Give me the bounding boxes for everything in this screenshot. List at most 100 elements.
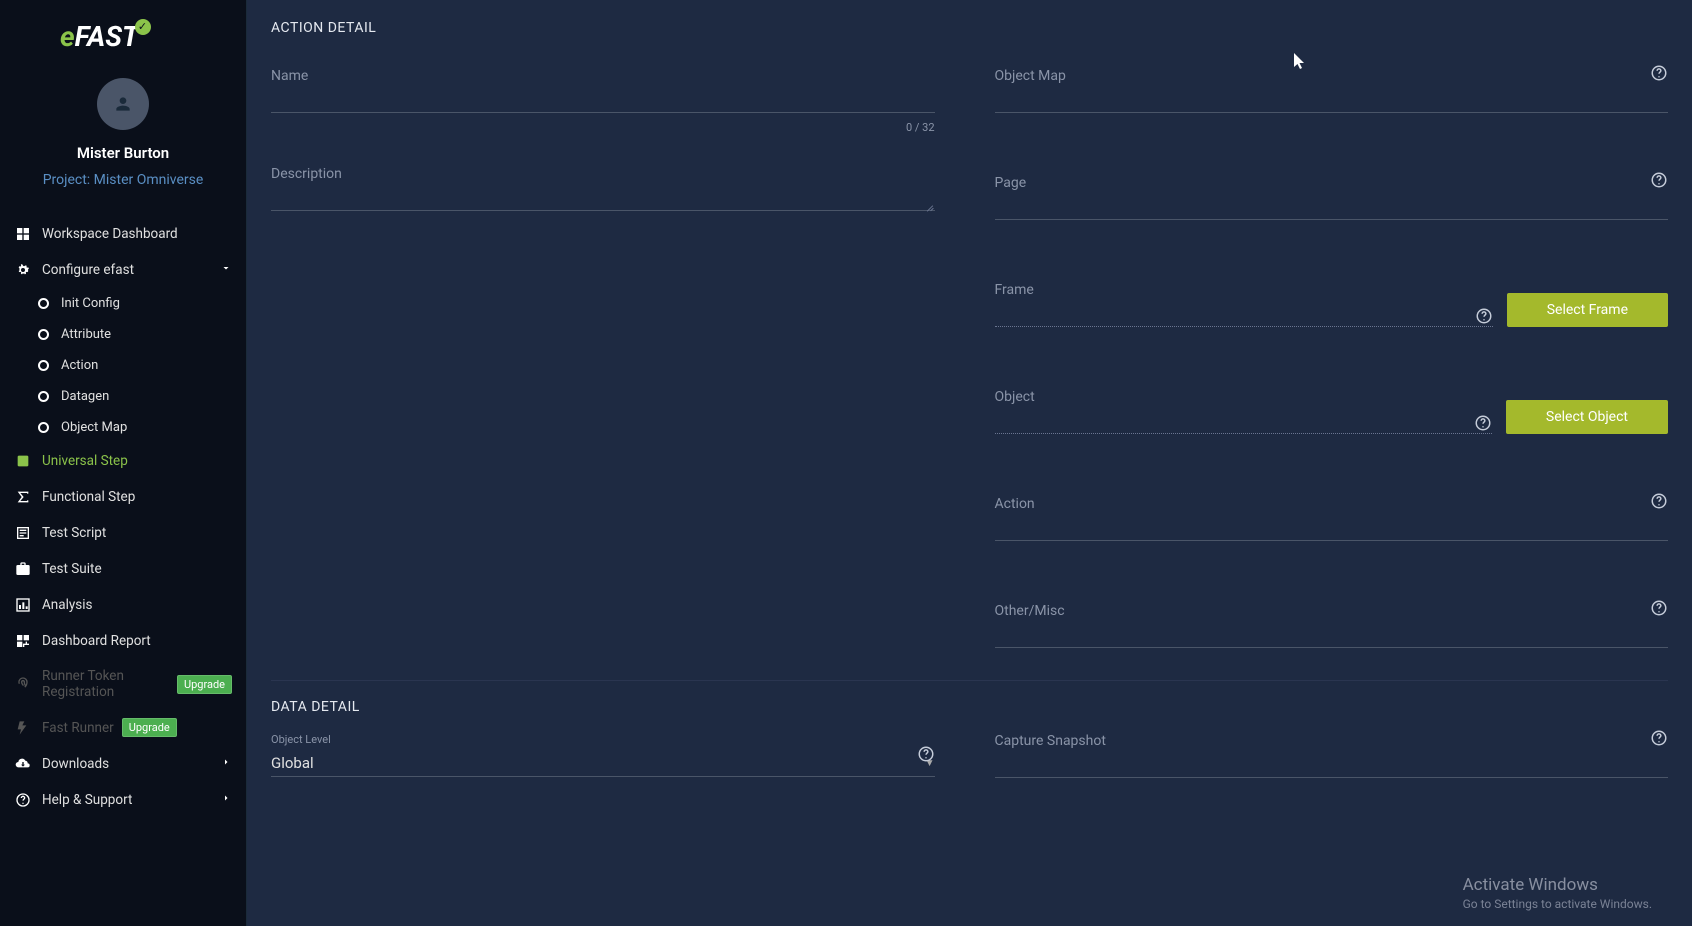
nav-label: Test Suite bbox=[42, 561, 102, 577]
chevron-down-icon bbox=[220, 262, 232, 278]
nav-sub-action[interactable]: Action bbox=[0, 350, 246, 381]
nav-label: Test Script bbox=[42, 525, 106, 541]
help-icon[interactable] bbox=[917, 745, 935, 763]
logo-e: e bbox=[60, 20, 75, 53]
nav-sub-attribute[interactable]: Attribute bbox=[0, 319, 246, 350]
name-counter: 0 / 32 bbox=[271, 121, 935, 134]
help-icon[interactable] bbox=[1650, 64, 1668, 82]
upgrade-badge[interactable]: Upgrade bbox=[122, 718, 177, 737]
frame-label: Frame bbox=[995, 282, 1493, 298]
radio-icon bbox=[38, 360, 49, 371]
other-label: Other/Misc bbox=[995, 603, 1669, 619]
nav-fast-runner[interactable]: Fast Runner Upgrade bbox=[0, 709, 246, 746]
nav-label: Analysis bbox=[42, 597, 93, 613]
objectmap-input[interactable] bbox=[995, 86, 1669, 113]
page-label: Page bbox=[995, 175, 1669, 191]
report-icon bbox=[14, 632, 32, 650]
action-input[interactable] bbox=[995, 514, 1669, 541]
nav-universal-step[interactable]: Universal Step bbox=[0, 443, 246, 479]
radio-icon bbox=[38, 422, 49, 433]
nav-sub-label: Object Map bbox=[61, 420, 127, 435]
nav-workspace-dashboard[interactable]: Workspace Dashboard bbox=[0, 216, 246, 252]
help-icon bbox=[14, 791, 32, 809]
nav-label: Fast Runner bbox=[42, 720, 114, 736]
nav-label: Workspace Dashboard bbox=[42, 226, 178, 242]
object-level-select[interactable]: Global ▼ bbox=[271, 750, 935, 777]
step-icon bbox=[14, 452, 32, 470]
object-level-value: Global bbox=[271, 754, 314, 772]
name-input[interactable] bbox=[271, 86, 935, 113]
nav-label: Functional Step bbox=[42, 489, 135, 505]
cloud-download-icon bbox=[14, 755, 32, 773]
project-label: Project: Mister Omniverse bbox=[0, 172, 246, 188]
help-icon[interactable] bbox=[1475, 307, 1493, 325]
nav-downloads[interactable]: Downloads bbox=[0, 746, 246, 782]
logo-check-icon bbox=[135, 19, 151, 35]
nav-label: Runner Token Registration bbox=[42, 668, 169, 700]
nav-sub-label: Attribute bbox=[61, 327, 111, 342]
resize-handle-icon[interactable] bbox=[925, 201, 935, 211]
help-icon[interactable] bbox=[1650, 171, 1668, 189]
description-label: Description bbox=[271, 166, 935, 182]
nav-sub-label: Datagen bbox=[61, 389, 109, 404]
nav-label: Help & Support bbox=[42, 792, 132, 808]
username: Mister Burton bbox=[0, 144, 246, 162]
windows-watermark: Activate Windows Go to Settings to activ… bbox=[1463, 875, 1652, 911]
section-divider bbox=[271, 680, 1668, 681]
help-icon[interactable] bbox=[1650, 599, 1668, 617]
nav-sub-objectmap[interactable]: Object Map bbox=[0, 412, 246, 443]
nav-sub-init-config[interactable]: Init Config bbox=[0, 288, 246, 319]
nav-runner-token[interactable]: Runner Token Registration Upgrade bbox=[0, 659, 246, 709]
nav-label: Dashboard Report bbox=[42, 633, 151, 649]
select-object-button[interactable]: Select Object bbox=[1506, 400, 1668, 434]
logo-rest: FAST bbox=[75, 20, 139, 53]
gear-icon bbox=[14, 261, 32, 279]
help-icon[interactable] bbox=[1650, 729, 1668, 747]
bolt-icon bbox=[14, 719, 32, 737]
section-title-action: ACTION DETAIL bbox=[271, 20, 1668, 36]
nav-help-support[interactable]: Help & Support bbox=[0, 782, 246, 818]
other-input[interactable] bbox=[995, 621, 1669, 648]
nav-configure-efast[interactable]: Configure efast bbox=[0, 252, 246, 288]
nav-sub-datagen[interactable]: Datagen bbox=[0, 381, 246, 412]
nav-functional-step[interactable]: Functional Step bbox=[0, 479, 246, 515]
nav-menu: Workspace Dashboard Configure efast Init… bbox=[0, 206, 246, 926]
watermark-subtitle: Go to Settings to activate Windows. bbox=[1463, 897, 1652, 911]
upgrade-badge[interactable]: Upgrade bbox=[177, 675, 232, 694]
help-icon[interactable] bbox=[1474, 414, 1492, 432]
nav-sub-label: Init Config bbox=[61, 296, 120, 311]
name-label: Name bbox=[271, 68, 935, 84]
capture-input[interactable] bbox=[995, 751, 1669, 778]
script-icon bbox=[14, 524, 32, 542]
help-icon[interactable] bbox=[1650, 492, 1668, 510]
sidebar: eFAST Mister Burton Project: Mister Omni… bbox=[0, 0, 247, 926]
nav-sub-label: Action bbox=[61, 358, 98, 373]
object-input[interactable] bbox=[995, 407, 1492, 434]
nav-label: Configure efast bbox=[42, 262, 134, 278]
suite-icon bbox=[14, 560, 32, 578]
watermark-title: Activate Windows bbox=[1463, 875, 1652, 895]
select-frame-button[interactable]: Select Frame bbox=[1507, 293, 1668, 327]
avatar[interactable] bbox=[97, 78, 149, 130]
radio-icon bbox=[38, 329, 49, 340]
capture-label: Capture Snapshot bbox=[995, 733, 1669, 749]
person-icon bbox=[113, 94, 133, 114]
fingerprint-icon bbox=[14, 675, 32, 693]
nav-label: Universal Step bbox=[42, 453, 128, 469]
main-content: ACTION DETAIL Name 0 / 32 Description Ob… bbox=[247, 0, 1692, 926]
page-input[interactable] bbox=[995, 193, 1669, 220]
section-title-data: DATA DETAIL bbox=[271, 699, 1668, 715]
chevron-right-icon bbox=[220, 792, 232, 808]
chevron-right-icon bbox=[220, 756, 232, 772]
nav-test-script[interactable]: Test Script bbox=[0, 515, 246, 551]
object-label: Object bbox=[995, 389, 1492, 405]
app-logo: eFAST bbox=[0, 0, 246, 68]
description-input[interactable] bbox=[271, 184, 935, 211]
radio-icon bbox=[38, 298, 49, 309]
nav-dashboard-report[interactable]: Dashboard Report bbox=[0, 623, 246, 659]
chart-icon bbox=[14, 596, 32, 614]
action-label: Action bbox=[995, 496, 1669, 512]
nav-analysis[interactable]: Analysis bbox=[0, 587, 246, 623]
frame-input[interactable] bbox=[995, 300, 1493, 327]
nav-test-suite[interactable]: Test Suite bbox=[0, 551, 246, 587]
